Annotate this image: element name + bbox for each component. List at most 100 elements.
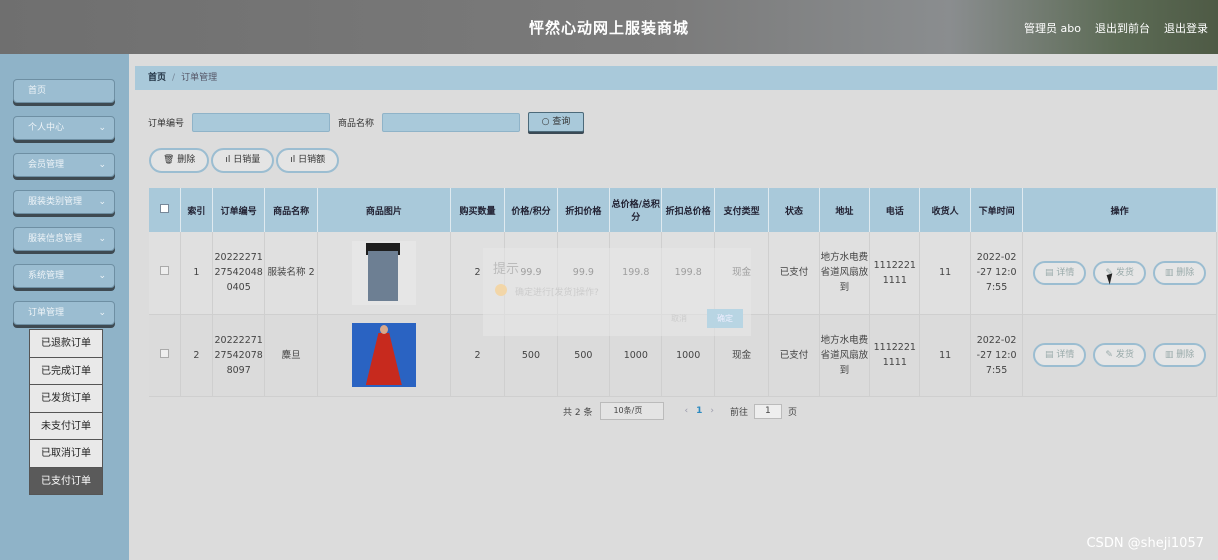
cell-receiver: 11 — [919, 232, 971, 315]
sidebar-item-label: 个人中心 — [28, 123, 65, 133]
col-header: 总价格/总积分 — [609, 188, 663, 232]
col-header: 支付类型 — [714, 188, 770, 232]
chevron-down-icon: ⌄ — [98, 271, 106, 281]
select-all-checkbox[interactable] — [159, 204, 169, 213]
sidebar-item-system[interactable]: 系统管理 ⌄ — [13, 264, 115, 288]
chevron-down-icon: ⌄ — [98, 234, 106, 244]
sidebar-item-label: 首页 — [28, 86, 47, 96]
delete-label: 删除 — [1176, 350, 1195, 360]
col-header: 商品名称 — [264, 188, 318, 232]
sidebar-item-member[interactable]: 会员管理 ⌄ — [13, 153, 115, 177]
sidebar-item-personal-center[interactable]: 个人中心 ⌄ — [13, 116, 115, 140]
table-header: 索引 订单编号 商品名称 商品图片 购买数量 价格/积分 折扣价格 总价格/总积… — [149, 188, 1217, 232]
next-page-button[interactable]: › — [710, 406, 714, 416]
trash-icon: ▥ — [1164, 350, 1177, 360]
cell-status: 已支付 — [768, 314, 820, 397]
confirm-dialog: 提示 确定进行[发货]操作? 取消 确定 — [483, 248, 751, 336]
sidebar-item-orders[interactable]: 订单管理 ⌄ — [13, 301, 115, 325]
chevron-down-icon: ⌄ — [98, 123, 106, 133]
bar-chart-icon: ıl — [225, 155, 234, 165]
col-header: 下单时间 — [970, 188, 1024, 232]
cell-index: 1 — [180, 232, 213, 315]
pagination: 共 2 条 10条/页 ‹ 1 › 前往 1 页 — [563, 402, 797, 420]
daily-sales-qty-button[interactable]: ıl 日销量 — [211, 148, 275, 173]
watermark: CSDN @sheji1057 — [1086, 536, 1204, 551]
col-header: 折扣价格 — [557, 188, 611, 232]
goto-label: 前往 — [729, 407, 748, 418]
product-name-label: 商品名称 — [338, 118, 375, 129]
submenu-item-paid[interactable]: 已支付订单 — [29, 466, 103, 495]
cell-product-name: 服装名称 2 — [264, 232, 318, 315]
bulk-delete-button[interactable]: 🗑 删除 — [149, 148, 210, 173]
cell-phone: 1112221 1111 — [869, 314, 921, 397]
daily-sales-qty-label: 日销量 — [233, 155, 261, 165]
ship-label: 发货 — [1115, 350, 1134, 360]
ship-button[interactable]: ✎ 发货 — [1093, 343, 1146, 367]
detail-label: 详情 — [1056, 267, 1075, 278]
product-name-input[interactable] — [382, 112, 521, 132]
submenu-item-shipped[interactable]: 已发货订单 — [29, 384, 103, 413]
daily-sales-amt-label: 日销额 — [298, 155, 326, 165]
col-header: 索引 — [180, 188, 213, 232]
col-header: 价格/积分 — [504, 188, 558, 232]
chevron-down-icon: ⌄ — [98, 197, 106, 207]
order-no-label: 订单编号 — [148, 118, 185, 129]
cell-order-no: 20222271 27542078 8097 — [212, 314, 266, 397]
ship-button[interactable]: ✎ 发货 — [1093, 260, 1146, 285]
submenu-item-refunded[interactable]: 已退款订单 — [29, 329, 103, 358]
edit-icon: ✎ — [1105, 350, 1116, 360]
trash-icon: 🗑 — [163, 155, 178, 165]
orders-submenu: 已退款订单 已完成订单 已发货订单 未支付订单 已取消订单 已支付订单 — [29, 329, 103, 495]
submenu-item-completed[interactable]: 已完成订单 — [29, 356, 103, 385]
page-size-select[interactable]: 10条/页 — [600, 402, 665, 420]
detail-button[interactable]: ▤ 详情 — [1033, 343, 1087, 367]
cell-product-name: 麋旦 — [264, 314, 318, 397]
admin-label: 管理员 abo — [1024, 22, 1081, 35]
file-icon: ▤ — [1045, 267, 1057, 278]
delete-button[interactable]: ▥ 删除 — [1152, 343, 1207, 367]
page-number[interactable]: 1 — [696, 406, 702, 416]
trash-icon: ▥ — [1164, 267, 1177, 278]
sidebar-item-clothing-info[interactable]: 服装信息管理 ⌄ — [13, 227, 115, 251]
logout-link[interactable]: 退出登录 — [1164, 20, 1208, 36]
prev-page-button[interactable]: ‹ — [684, 406, 688, 416]
submenu-item-cancelled[interactable]: 已取消订单 — [29, 439, 103, 468]
bar-chart-icon: ıl — [290, 155, 299, 165]
goto-page-input[interactable]: 1 — [753, 403, 782, 419]
row-checkbox[interactable] — [159, 266, 169, 276]
daily-sales-amt-button[interactable]: ıl 日销额 — [276, 148, 340, 173]
col-header: 操作 — [1022, 188, 1217, 232]
cell-address: 地方水电费省道风扇放到 — [819, 232, 871, 315]
delete-label: 删除 — [1176, 267, 1195, 278]
warning-icon — [495, 284, 507, 296]
cell-status: 已支付 — [768, 232, 820, 315]
detail-button[interactable]: ▤ 详情 — [1033, 260, 1087, 285]
sidebar-item-label: 服装信息管理 — [28, 234, 83, 244]
action-buttons: 🗑 删除 ıl 日销量 ıl 日销额 — [149, 148, 341, 173]
page-suffix: 页 — [787, 407, 797, 418]
bulk-delete-label: 删除 — [177, 155, 196, 165]
cell-receiver: 11 — [919, 314, 971, 397]
sidebar-item-category[interactable]: 服装类别管理 ⌄ — [13, 190, 115, 214]
header-bar: 怦然心动网上服装商城 管理员 abo 退出到前台 退出登录 — [0, 0, 1218, 54]
dialog-cancel-button[interactable]: 取消 — [659, 311, 699, 327]
to-front-link[interactable]: 退出到前台 — [1095, 20, 1150, 36]
query-button[interactable]: ○ 查询 — [528, 112, 585, 132]
sidebar-item-home[interactable]: 首页 — [13, 79, 115, 103]
delete-button[interactable]: ▥ 删除 — [1152, 260, 1207, 285]
dialog-confirm-button[interactable]: 确定 — [707, 309, 743, 328]
col-header: 状态 — [768, 188, 820, 232]
search-bar: 订单编号 商品名称 ○ 查询 — [148, 112, 585, 132]
breadcrumb: 首页 / 订单管理 — [135, 66, 1217, 90]
sidebar-item-label: 订单管理 — [28, 308, 65, 318]
row-checkbox[interactable] — [159, 348, 169, 358]
breadcrumb-home[interactable]: 首页 — [148, 73, 166, 83]
col-header: 电话 — [869, 188, 921, 232]
product-image — [351, 240, 416, 305]
cell-phone: 1112221 1111 — [869, 232, 921, 315]
detail-label: 详情 — [1056, 350, 1075, 360]
submenu-item-unpaid[interactable]: 未支付订单 — [29, 411, 103, 440]
order-no-input[interactable] — [192, 112, 331, 132]
cell-address: 地方水电费省道风扇放到 — [819, 314, 871, 397]
chevron-down-icon: ⌄ — [98, 160, 106, 170]
